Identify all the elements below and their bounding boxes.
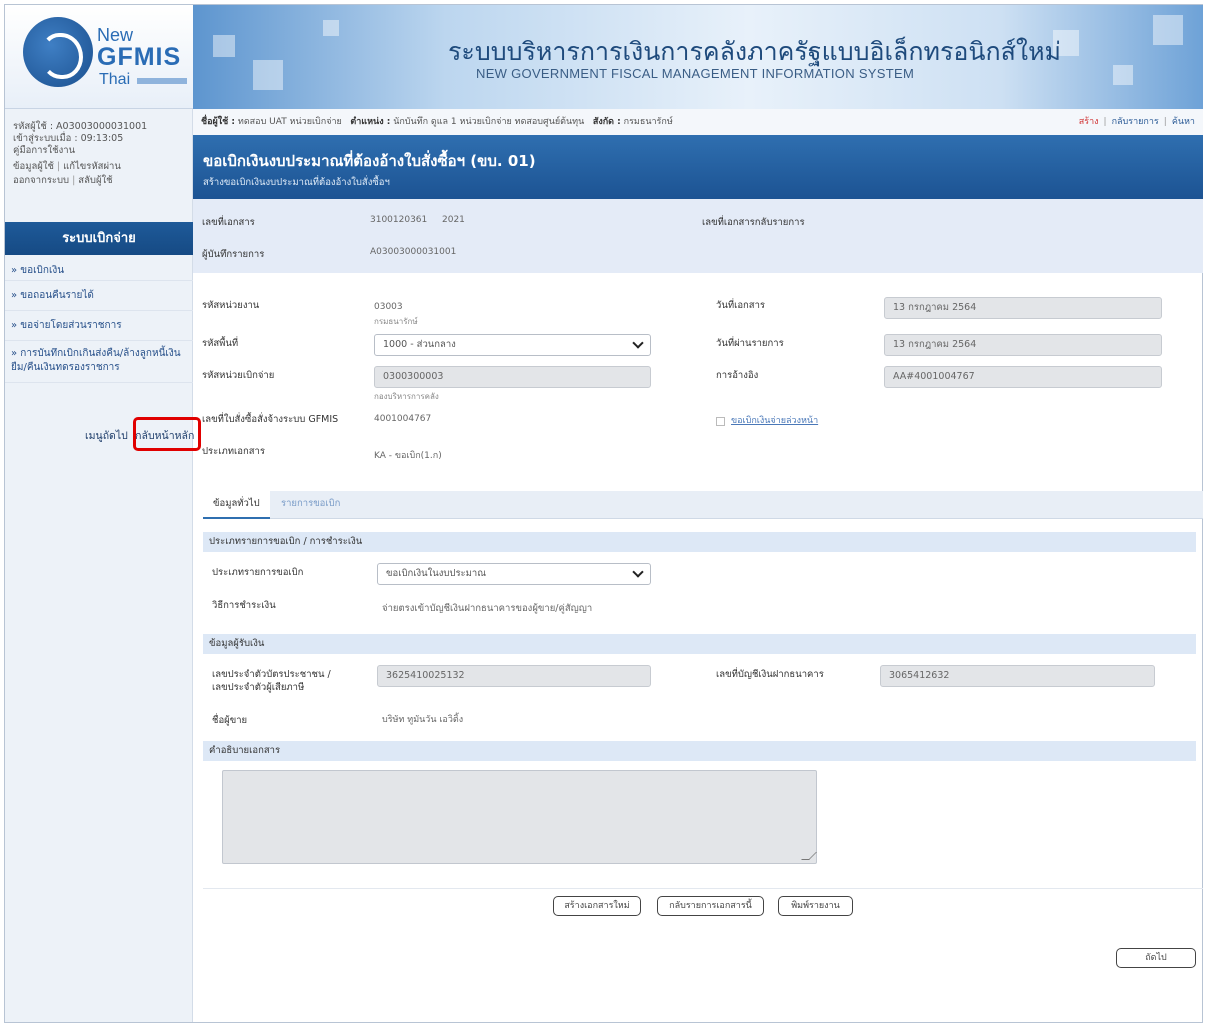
- new-document-button[interactable]: สร้างเอกสารใหม่: [553, 896, 641, 916]
- id-field[interactable]: 3625410025132: [377, 665, 651, 687]
- page-title: ขอเบิกเงินงบประมาณที่ต้องอ้างใบสั่งซื้อฯ…: [203, 152, 536, 170]
- reference-label: การอ้างอิง: [716, 370, 759, 381]
- top-links: สร้าง | กลับรายการ | ค้นหา: [1078, 117, 1195, 127]
- logo-gfmis-text: GFMIS: [97, 43, 182, 71]
- id-label-line2: เลขประจำตัวผู้เสียภาษี: [212, 682, 305, 693]
- po-value: 4001004767: [374, 414, 432, 424]
- area-select[interactable]: 1000 - ส่วนกลาง: [374, 334, 651, 356]
- sidebar-item-refund[interactable]: » ขอถอนคืนรายได้: [5, 281, 193, 311]
- change-password-link[interactable]: แก้ไขรหัสผ่าน: [63, 161, 121, 172]
- area-label: รหัสพื้นที่: [202, 338, 239, 349]
- advance-link[interactable]: ขอเบิกเงินจ่ายล่วงหน้า: [731, 413, 818, 427]
- chevron-down-icon: [632, 337, 644, 349]
- garuda-emblem-icon: [23, 17, 93, 87]
- back-list-link[interactable]: กลับรายการ: [1112, 117, 1159, 127]
- back-to-list-button[interactable]: กลับรายการเอกสารนี้: [657, 896, 764, 916]
- sidebar-menu: » ขอเบิกเงิน » ขอถอนคืนรายได้ » ขอจ่ายโด…: [5, 261, 193, 383]
- advance-checkbox[interactable]: [716, 417, 725, 426]
- tab-general[interactable]: ข้อมูลทั่วไป: [203, 491, 270, 519]
- page-subtitle: สร้างขอเบิกเงินงบประมาณที่ต้องอ้างใบสั่ง…: [203, 177, 390, 188]
- print-report-button[interactable]: พิมพ์รายงาน: [778, 896, 853, 916]
- disburse-unit-label: รหัสหน่วยเบิกจ่าย: [202, 370, 275, 381]
- doc-no-value: 3100120361: [370, 215, 428, 225]
- footer-divider: [203, 888, 1203, 889]
- area-selected-value: 1000 - ส่วนกลาง: [383, 339, 456, 350]
- request-type-label: ประเภทรายการขอเบิก: [212, 567, 304, 578]
- position-label: ตำแหน่ง :: [350, 117, 391, 127]
- doc-no-label: เลขที่เอกสาร: [202, 217, 255, 228]
- doc-type-label: ประเภทเอกสาร: [202, 446, 265, 457]
- payment-method-label: วิธีการชำระเงิน: [212, 600, 276, 611]
- disburse-unit-field[interactable]: 0300300003: [374, 366, 651, 388]
- chevron-down-icon: [632, 566, 644, 578]
- next-menu-label: เมนูถัดไป: [85, 430, 128, 442]
- sidebar-item-request[interactable]: » ขอเบิกเงิน: [5, 261, 193, 281]
- sidebar-item-agency-pay[interactable]: » ขอจ่ายโดยส่วนราชการ: [5, 311, 193, 341]
- search-link[interactable]: ค้นหา: [1172, 117, 1195, 127]
- logo-thai-text: Thai: [99, 71, 131, 88]
- manual-link[interactable]: คู่มือการใช้งาน: [13, 145, 75, 156]
- agency-label: รหัสหน่วยงาน: [202, 300, 260, 311]
- request-type-select[interactable]: ขอเบิกเงินในงบประมาณ: [377, 563, 651, 585]
- page-title-bar: ขอเบิกเงินงบประมาณที่ต้องอ้างใบสั่งซื้อฯ…: [193, 135, 1203, 199]
- resize-grip-icon[interactable]: [801, 852, 817, 860]
- sidebar-item-return[interactable]: » การบันทึกเบิกเกินส่งคืน/ล้างลูกหนี้เงิ…: [5, 341, 193, 383]
- switch-user-link[interactable]: สลับผู้ใช้: [78, 175, 112, 186]
- highlight-annotation: [133, 417, 201, 451]
- doc-type-value: KA - ขอเบิก(1.ก): [374, 451, 442, 461]
- create-link[interactable]: สร้าง: [1079, 117, 1099, 127]
- tab-bar: ข้อมูลทั่วไป รายการขอเบิก: [203, 491, 1203, 519]
- header-banner: ระบบบริหารการเงินการคลังภาครัฐแบบอิเล็กท…: [193, 5, 1203, 109]
- bank-account-label: เลขที่บัญชีเงินฝากธนาคาร: [716, 669, 824, 680]
- agency-name: กรมธนารักษ์: [374, 317, 418, 326]
- system-title-en: NEW GOVERNMENT FISCAL MANAGEMENT INFORMA…: [476, 66, 915, 81]
- next-button[interactable]: ถัดไป: [1116, 948, 1196, 968]
- bank-account-field[interactable]: 3065412632: [880, 665, 1155, 687]
- sidebar: รหัสผู้ใช้ : A03003000031001 เข้าสู่ระบบ…: [5, 109, 201, 1022]
- affiliation-value: กรมธนารักษ์: [623, 117, 673, 127]
- description-textarea[interactable]: [222, 770, 817, 864]
- tab-items[interactable]: รายการขอเบิก: [271, 491, 350, 519]
- section-payment: ประเภทรายการขอเบิก / การชำระเงิน: [203, 532, 1196, 552]
- user-topbar: ชื่อผู้ใช้ : ทดสอบ UAT หน่วยเบิกจ่าย ตำแ…: [193, 109, 1203, 135]
- recorder-value: A03003000031001: [370, 247, 457, 257]
- disburse-unit-name: กองบริหารการคลัง: [374, 392, 439, 401]
- user-label: ชื่อผู้ใช้ :: [201, 117, 236, 127]
- doc-date-label: วันที่เอกสาร: [716, 300, 766, 311]
- affiliation-label: สังกัด :: [592, 117, 621, 127]
- logout-link[interactable]: ออกจากระบบ: [13, 175, 69, 186]
- system-menu-header: ระบบเบิกจ่าย: [5, 222, 193, 255]
- user-info-link[interactable]: ข้อมูลผู้ใช้: [13, 161, 54, 172]
- doc-reverse-label: เลขที่เอกสารกลับรายการ: [702, 217, 805, 228]
- position-value: นักบันทึก ดูแล 1 หน่วยเบิกจ่าย ทดสอบศูนย…: [393, 117, 585, 127]
- logo-subtitle-bar: [137, 78, 187, 84]
- vendor-label: ชื่อผู้ขาย: [212, 715, 248, 726]
- vendor-value: บริษัท ทูมันวัน เอวิติ้ง: [382, 715, 464, 725]
- doc-date-field[interactable]: 13 กรกฎาคม 2564: [884, 297, 1162, 319]
- recorder-label: ผู้บันทึกรายการ: [202, 249, 265, 260]
- agency-value: 03003: [374, 302, 403, 312]
- section-payee: ข้อมูลผู้รับเงิน: [203, 634, 1196, 654]
- user-value: ทดสอบ UAT หน่วยเบิกจ่าย: [237, 117, 342, 127]
- payment-method-value: จ่ายตรงเข้าบัญชีเงินฝากธนาคารของผู้ขาย/ค…: [382, 603, 593, 614]
- request-type-selected-value: ขอเบิกเงินในงบประมาณ: [386, 568, 487, 579]
- section-description: คำอธิบายเอกสาร: [203, 741, 1196, 761]
- gfmis-logo: New GFMIS Thai: [5, 5, 193, 109]
- user-info-panel: รหัสผู้ใช้ : A03003000031001 เข้าสู่ระบบ…: [5, 109, 192, 189]
- document-header: [193, 199, 1203, 273]
- po-label: เลขที่ใบสั่งซื้อสั่งจ้างระบบ GFMIS: [202, 414, 339, 425]
- doc-year-value: 2021: [442, 215, 465, 225]
- reference-field[interactable]: AA#4001004767: [884, 366, 1162, 388]
- post-date-label: วันที่ผ่านรายการ: [716, 338, 784, 349]
- post-date-field[interactable]: 13 กรกฎาคม 2564: [884, 334, 1162, 356]
